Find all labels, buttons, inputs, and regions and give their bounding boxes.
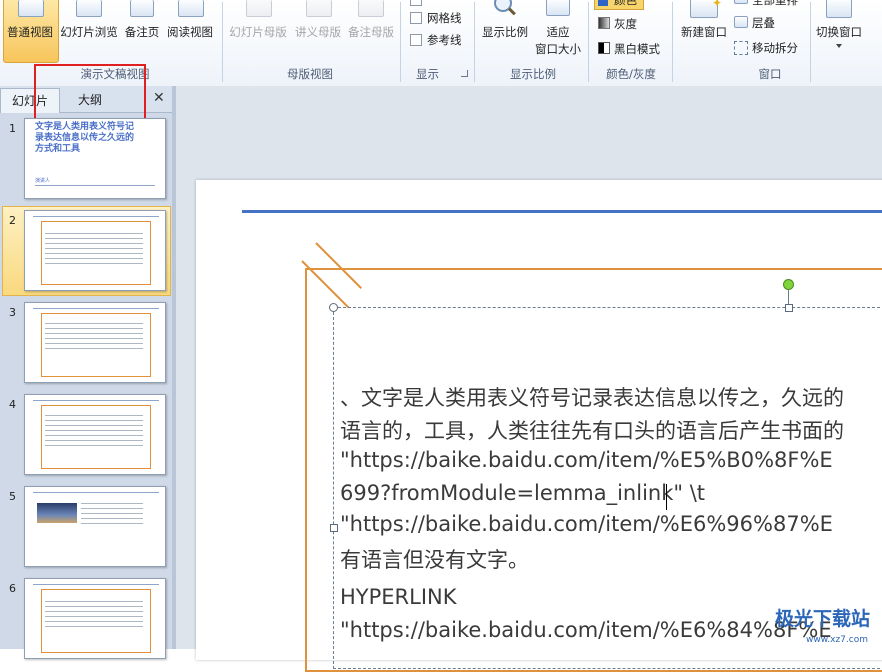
thumb-rule (33, 584, 159, 585)
zoom-button[interactable]: 显示比例 (478, 24, 532, 40)
slide-text-line: 语言的，工具，人类往往先有口头的语言后产生书面的 (340, 419, 844, 443)
slide-top-rule (242, 210, 882, 213)
new-window-button[interactable]: 新建窗口 (676, 24, 732, 40)
thumb-text (45, 323, 143, 351)
ribbon-separator (588, 2, 589, 82)
dialog-launcher-icon[interactable] (461, 70, 468, 77)
slide-text-line: "https://baike.baidu.com/item/%E6%96%87%… (340, 512, 833, 536)
text-cursor (666, 484, 667, 510)
cascade-button[interactable]: 层叠 (752, 15, 775, 31)
group-master-views: 母版视图 (287, 67, 333, 81)
black-white-button[interactable]: 黑白模式 (614, 41, 660, 57)
grayscale-button[interactable]: 灰度 (614, 16, 637, 32)
thumb-text (45, 415, 143, 449)
thumb-rule (35, 185, 155, 186)
thumb-text (81, 503, 143, 527)
thumb-text (45, 601, 143, 631)
handout-master-icon (306, 0, 332, 17)
slide-number: 2 (9, 214, 16, 227)
black-white-icon (598, 42, 610, 54)
normal-view-label: 普通视图 (7, 25, 53, 39)
notes-master-button[interactable]: 备注母版 (345, 24, 397, 40)
resize-handle-top-left-icon[interactable] (329, 303, 338, 312)
switch-window-dropdown-icon[interactable] (836, 44, 842, 48)
thumb-photo (37, 503, 77, 523)
group-show: 显示 (416, 67, 439, 81)
slide-text-line: "https://baike.baidu.com/item/%E5%B0%8F%… (340, 448, 833, 472)
notes-page-icon (130, 0, 154, 17)
rotate-handle-icon[interactable] (783, 279, 794, 290)
move-split-button[interactable]: 移动拆分 (752, 40, 798, 56)
ribbon-separator (400, 2, 401, 82)
slide-thumbnail-1[interactable]: 文字是人类用表义符号记录表达信息以传之久远的方式和工具 演讲人 (24, 118, 166, 199)
fit-window-icon (546, 0, 570, 16)
reading-view-button[interactable]: 阅读视图 (164, 24, 216, 40)
slide-thumbnail-2[interactable] (24, 210, 166, 291)
gridlines-checkbox[interactable] (410, 12, 422, 24)
resize-handle-top-icon[interactable] (785, 304, 793, 312)
slide-sorter-button[interactable]: 幻灯片浏览 (58, 24, 120, 40)
ribbon-separator (672, 2, 673, 82)
slide-number: 4 (9, 398, 16, 411)
ribbon-separator (474, 2, 475, 82)
slide-number: 5 (9, 490, 16, 503)
slide-sorter-icon (76, 0, 102, 17)
slide-master-button[interactable]: 幻灯片母版 (226, 24, 290, 40)
slide-master-icon (246, 0, 272, 17)
arrange-all-button[interactable]: 全部重排 (752, 0, 798, 8)
slide-thumbnail-3[interactable] (24, 302, 166, 383)
reading-view-icon (178, 0, 204, 17)
close-panel-icon[interactable]: ✕ (153, 90, 165, 106)
thumb-text (45, 233, 143, 265)
slide-thumbnail-5[interactable] (24, 486, 166, 567)
normal-view-icon (18, 0, 44, 17)
watermark-logo: 极光下载站 (774, 608, 870, 630)
gridlines-label: 网格线 (427, 11, 462, 25)
slide-number: 1 (9, 122, 16, 135)
slide-text-line: 、文字是人类用表义符号记录表达信息以传之，久远的 (340, 386, 844, 410)
handout-master-button[interactable]: 讲义母版 (291, 24, 345, 40)
resize-handle-left-icon[interactable] (330, 524, 338, 532)
guides-checkbox[interactable] (410, 34, 422, 46)
slide-text-line: "https://baike.baidu.com/item/%E6%84%8F%… (340, 618, 832, 642)
thumb-rule (33, 216, 159, 217)
thumb-rule (33, 492, 159, 493)
cascade-icon (734, 16, 748, 28)
notes-page-button[interactable]: 备注页 (121, 24, 163, 40)
notes-master-icon (358, 0, 384, 17)
fit-window-label-1[interactable]: 适应 (534, 24, 582, 40)
zoom-magnifier-handle (508, 7, 516, 16)
highlight-box (34, 64, 146, 124)
thumb-rule (33, 400, 159, 401)
ribbon-separator (222, 2, 223, 82)
group-color: 颜色/灰度 (606, 67, 656, 81)
thumb-rule (33, 308, 159, 309)
thumb-subtitle: 演讲人 (35, 178, 51, 184)
slide-number: 3 (9, 306, 16, 319)
slide-text-line: 699?fromModule=lemma_inlink" \t (340, 481, 706, 505)
thumb-title: 文字是人类用表义符号记录表达信息以传之久远的方式和工具 (35, 122, 135, 154)
color-swatch-icon (598, 0, 608, 6)
new-window-star-icon: ✦ (712, 0, 723, 10)
fit-window-label-2[interactable]: 窗口大小 (530, 41, 586, 57)
color-option-label: 颜色 (614, 0, 637, 7)
ruler-checkbox[interactable] (410, 0, 422, 6)
group-zoom: 显示比例 (510, 67, 556, 81)
slide-number: 6 (9, 582, 16, 595)
guides-label: 参考线 (427, 33, 462, 47)
arrange-all-icon (734, 0, 748, 4)
slide-thumbnail-6[interactable] (24, 578, 166, 659)
switch-window-button[interactable]: 切换窗口 (812, 24, 866, 40)
switch-window-icon (826, 0, 852, 18)
slide-thumbnail-4[interactable] (24, 394, 166, 475)
slide-text-line: HYPERLINK (340, 585, 457, 609)
move-split-icon (734, 41, 748, 55)
grayscale-icon (598, 17, 610, 29)
slide-text-line: 有语言但没有文字。 (340, 548, 529, 572)
group-window: 窗口 (758, 67, 782, 81)
watermark-url: www.xz7.com (806, 635, 868, 645)
